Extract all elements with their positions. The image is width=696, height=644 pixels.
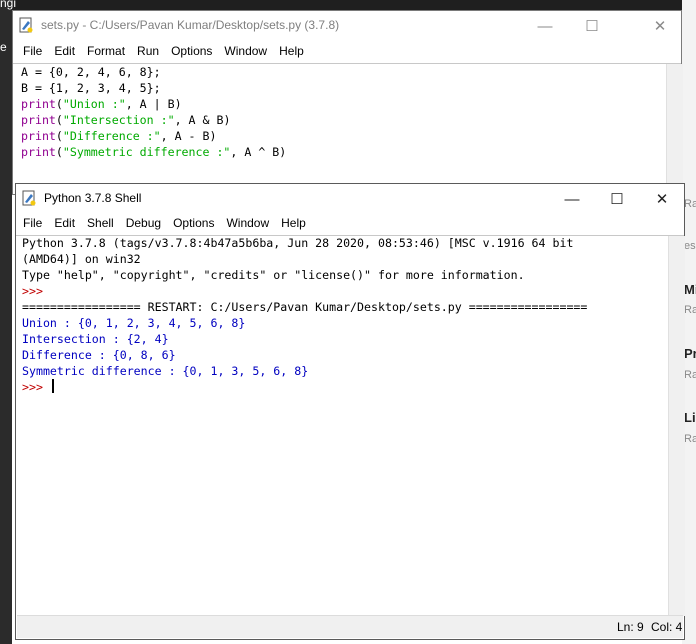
code-text: A = {0, 2, 4, 6, 8}; xyxy=(21,65,161,79)
code-line: print("Intersection :", A & B) xyxy=(21,112,286,128)
minimize-button[interactable]: — xyxy=(522,11,568,41)
shell-prompt: >>> xyxy=(22,284,50,298)
output-line: Difference : {0, 8, 6} xyxy=(22,348,176,362)
status-bar: Ln: 9 Col: 4 xyxy=(17,615,683,638)
banner-line: (AMD64)] on win32 xyxy=(22,252,141,266)
banner-line: Python 3.7.8 (tags/v3.7.8:4b47a5b6ba, Ju… xyxy=(22,236,574,250)
code-keyword: print xyxy=(21,113,56,127)
background-text-fragment: Ra xyxy=(684,198,696,210)
editor-window: sets.py - C:/Users/Pavan Kumar/Desktop/s… xyxy=(12,10,683,195)
banner-line: Type "help", "copyright", "credits" or "… xyxy=(22,268,525,282)
close-button[interactable]: ✕ xyxy=(639,184,685,214)
background-text-fragment: es xyxy=(684,240,696,252)
menu-item-format[interactable]: Format xyxy=(81,44,131,58)
minimize-icon: — xyxy=(564,190,580,208)
code-text: B = {1, 2, 3, 4, 5}; xyxy=(21,81,161,95)
shell-menubar: File Edit Shell Debug Options Window Help xyxy=(17,212,684,234)
code-text: , A ^ B) xyxy=(230,145,287,159)
code-string: "Intersection :" xyxy=(62,113,175,127)
code-text: ( xyxy=(55,129,63,143)
menu-item-edit[interactable]: Edit xyxy=(48,216,81,230)
background-left-strip xyxy=(0,0,12,644)
shell-titlebar[interactable]: Python 3.7.8 Shell — ☐ ✕ xyxy=(16,184,684,214)
background-text-fragment: ngi xyxy=(0,0,17,10)
editor-scrollbar[interactable] xyxy=(666,64,683,194)
idle-file-icon xyxy=(19,17,33,33)
background-text-fragment: Pr xyxy=(684,346,696,361)
text-cursor xyxy=(51,379,54,393)
menu-item-options[interactable]: Options xyxy=(165,44,218,58)
code-text: ( xyxy=(55,97,63,111)
background-top-strip xyxy=(0,0,696,10)
editor-code-area[interactable]: A = {0, 2, 4, 6, 8}; B = {1, 2, 3, 4, 5};… xyxy=(21,64,286,160)
code-string: "Union :" xyxy=(62,97,126,111)
output-line: Symmetric difference : {0, 1, 3, 5, 6, 8… xyxy=(22,364,309,378)
shell-input-line[interactable]: >>> xyxy=(22,379,587,395)
minimize-button[interactable]: — xyxy=(549,184,595,214)
menu-item-edit[interactable]: Edit xyxy=(48,44,81,58)
menu-item-file[interactable]: File xyxy=(17,44,48,58)
menu-item-run[interactable]: Run xyxy=(131,44,165,58)
menu-item-window[interactable]: Window xyxy=(220,216,275,230)
code-text: ( xyxy=(55,145,63,159)
background-text-fragment: e xyxy=(0,40,7,54)
close-button[interactable]: ✕ xyxy=(637,11,683,41)
code-line: print("Union :", A | B) xyxy=(21,96,286,112)
code-text: , A - B) xyxy=(160,129,217,143)
code-line: B = {1, 2, 3, 4, 5}; xyxy=(21,80,286,96)
shell-scrollbar[interactable] xyxy=(668,236,685,616)
code-text: ( xyxy=(55,113,63,127)
maximize-icon: ☐ xyxy=(610,191,624,208)
editor-title: sets.py - C:/Users/Pavan Kumar/Desktop/s… xyxy=(41,18,340,32)
code-string: "Symmetric difference :" xyxy=(62,145,231,159)
menu-item-window[interactable]: Window xyxy=(218,44,273,58)
maximize-button[interactable]: ☐ xyxy=(569,11,615,41)
menu-item-help[interactable]: Help xyxy=(273,44,310,58)
code-keyword: print xyxy=(21,129,56,143)
background-text-fragment: Lir xyxy=(684,410,696,425)
code-line: print("Difference :", A - B) xyxy=(21,128,286,144)
close-icon: ✕ xyxy=(655,191,669,208)
menu-item-debug[interactable]: Debug xyxy=(120,216,167,230)
shell-title: Python 3.7.8 Shell xyxy=(44,191,142,205)
restart-line: ================= RESTART: C:/Users/Pava… xyxy=(22,300,588,314)
code-line: A = {0, 2, 4, 6, 8}; xyxy=(21,64,286,80)
menu-item-shell[interactable]: Shell xyxy=(81,216,120,230)
editor-menubar: File Edit Format Run Options Window Help xyxy=(17,40,681,62)
code-text: , A & B) xyxy=(174,113,231,127)
menu-item-options[interactable]: Options xyxy=(167,216,220,230)
code-line: print("Symmetric difference :", A ^ B) xyxy=(21,144,286,160)
code-text: , A | B) xyxy=(125,97,182,111)
editor-titlebar[interactable]: sets.py - C:/Users/Pavan Kumar/Desktop/s… xyxy=(13,11,681,41)
shell-window: Python 3.7.8 Shell — ☐ ✕ File Edit Shell De… xyxy=(15,183,685,640)
code-keyword: print xyxy=(21,145,56,159)
status-column: Col: 4 xyxy=(651,620,683,634)
shell-prompt: >>> xyxy=(22,380,50,394)
close-icon: ✕ xyxy=(653,18,667,35)
minimize-icon: — xyxy=(537,17,553,35)
code-keyword: print xyxy=(21,97,56,111)
maximize-button[interactable]: ☐ xyxy=(594,184,640,214)
code-string: "Difference :" xyxy=(62,129,161,143)
background-text-fragment: Mi xyxy=(684,282,696,297)
output-line: Intersection : {2, 4} xyxy=(22,332,169,346)
maximize-icon: ☐ xyxy=(585,18,599,35)
python-shell-icon xyxy=(22,190,36,206)
menu-item-file[interactable]: File xyxy=(17,216,48,230)
status-line: Ln: 9 xyxy=(617,620,644,634)
background-text-fragment: Ra xyxy=(684,369,696,381)
background-text-fragment: Ra xyxy=(684,304,696,316)
shell-output-area[interactable]: Python 3.7.8 (tags/v3.7.8:4b47a5b6ba, Ju… xyxy=(22,235,587,395)
menu-item-help[interactable]: Help xyxy=(275,216,312,230)
background-text-fragment: Ra xyxy=(684,433,696,445)
output-line: Union : {0, 1, 2, 3, 4, 5, 6, 8} xyxy=(22,316,246,330)
